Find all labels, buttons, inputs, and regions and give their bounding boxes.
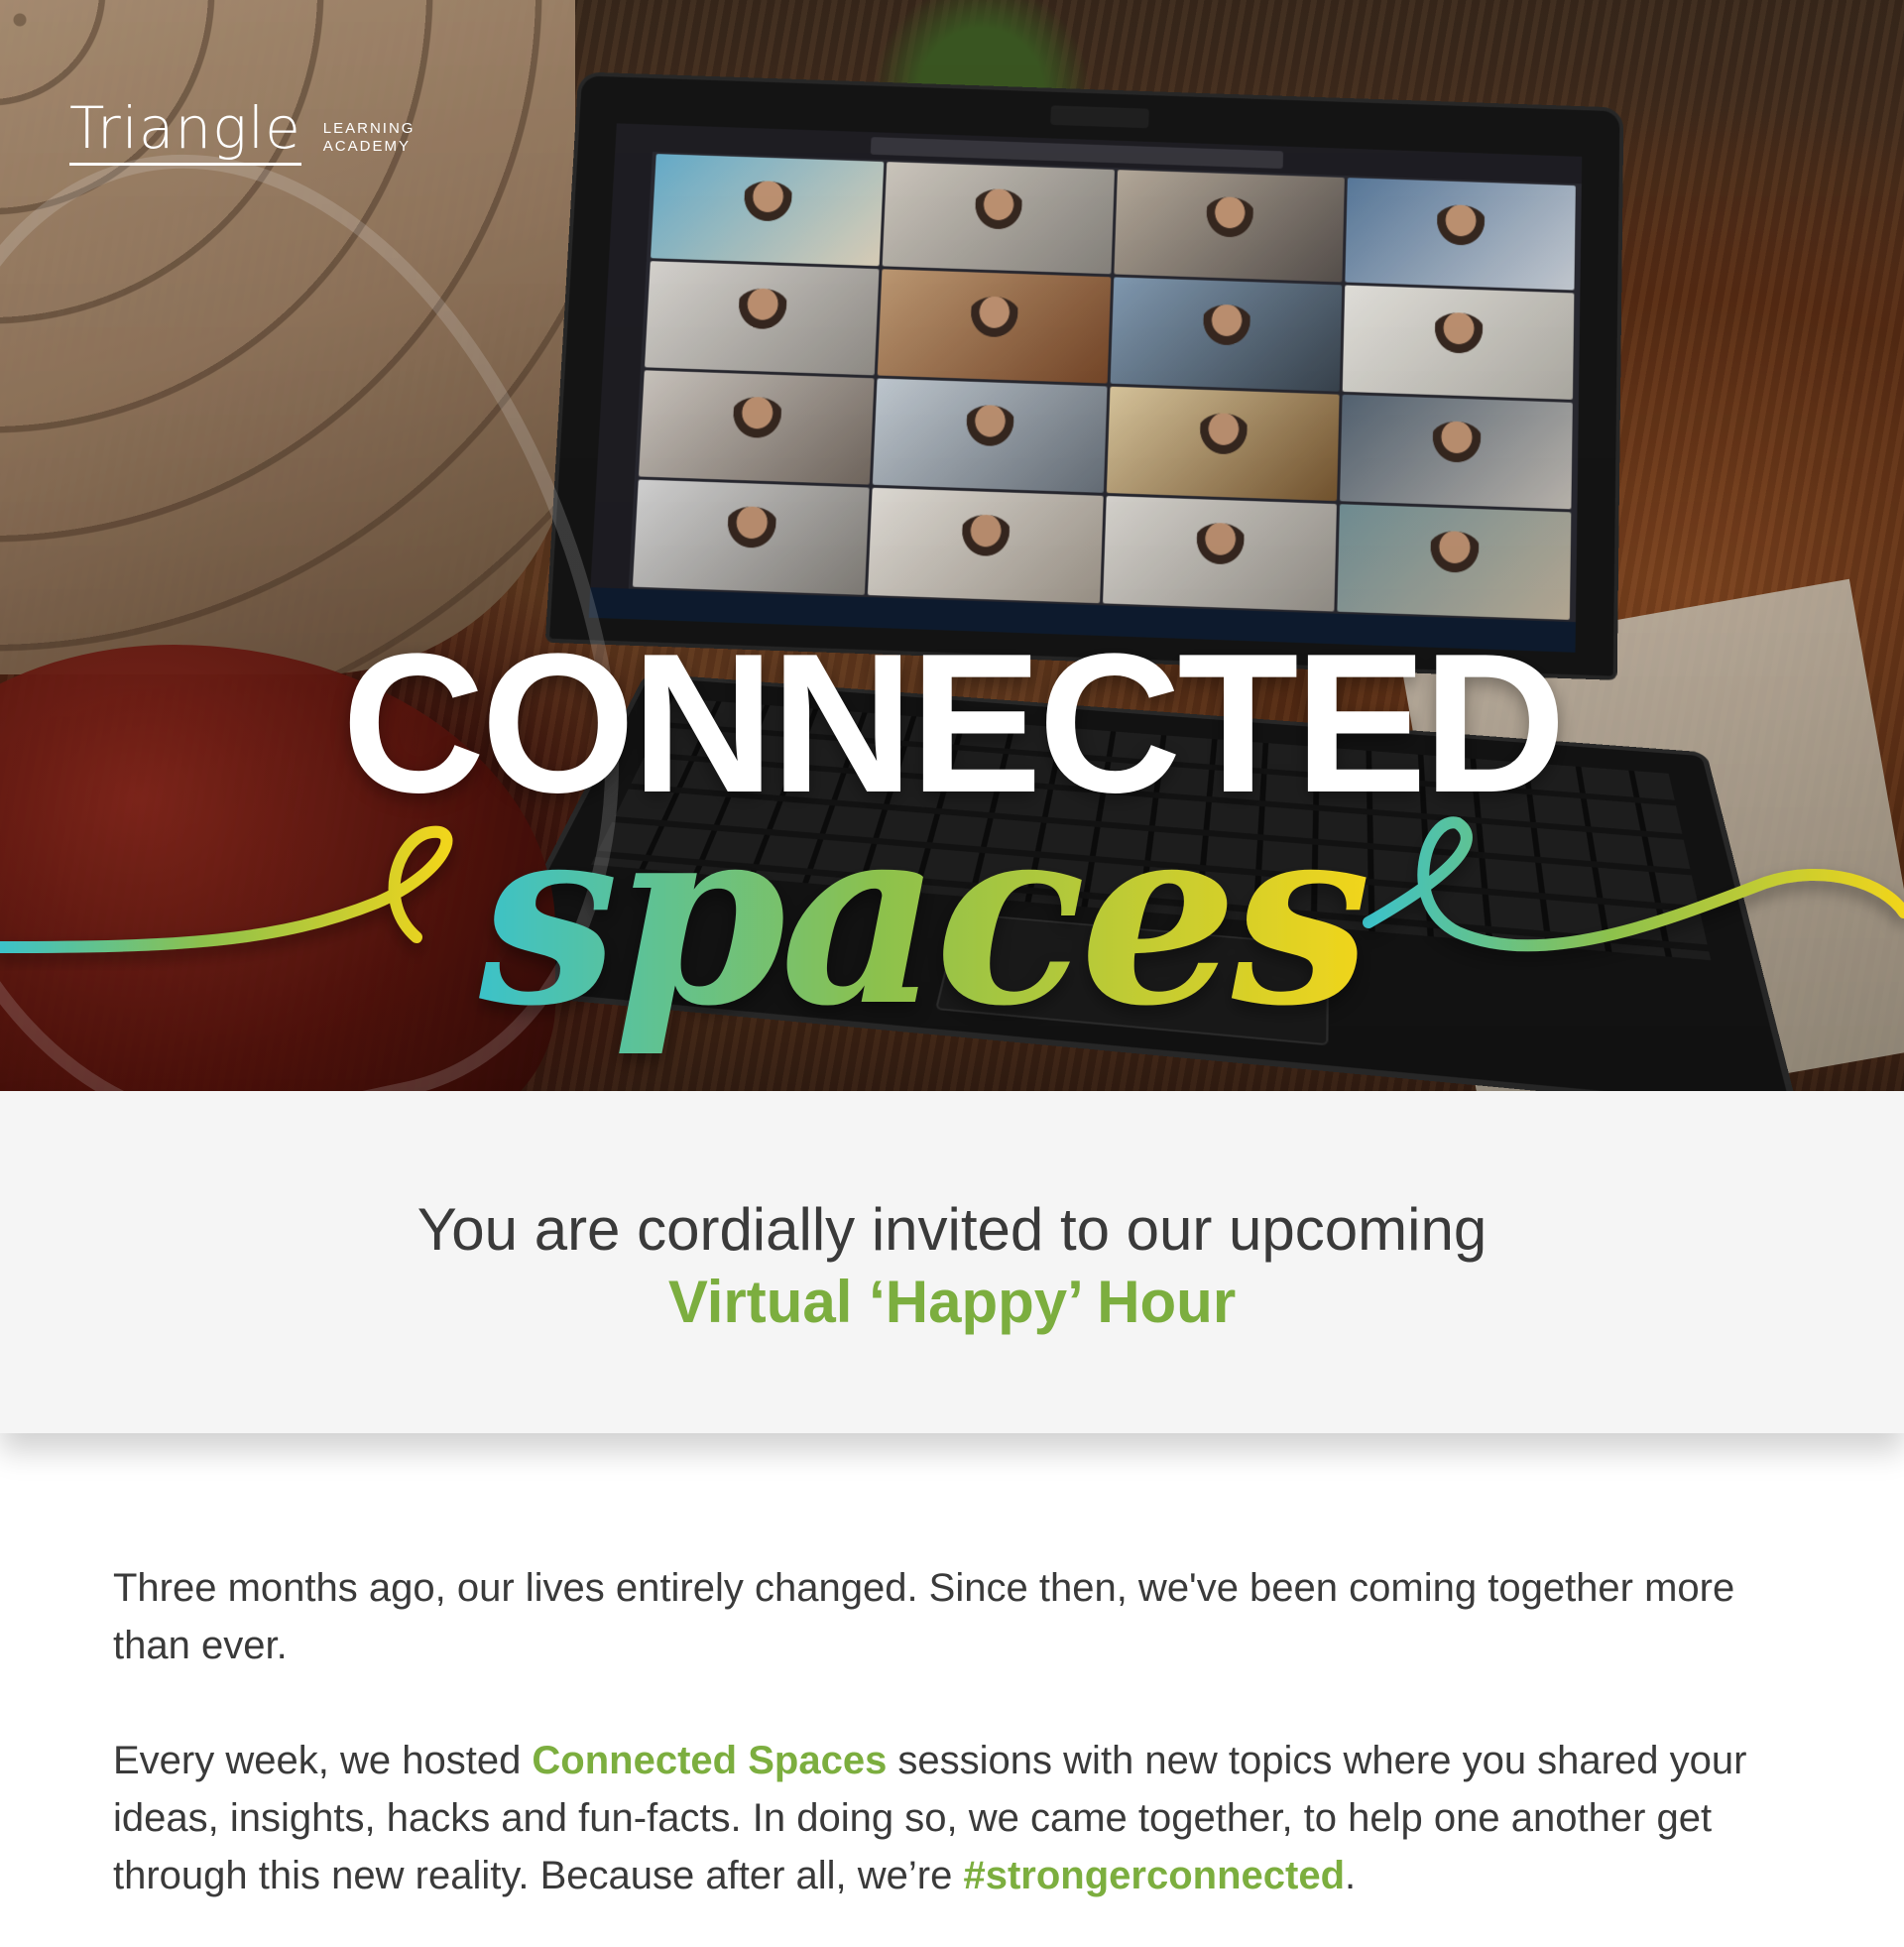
invite-event-name: Virtual ‘Happy’ Hour bbox=[667, 1269, 1237, 1335]
brand-logo-wordmark: Triangle bbox=[69, 99, 301, 166]
hashtag-highlight: #strongerconnected bbox=[963, 1854, 1345, 1897]
body-content: Three months ago, our lives entirely cha… bbox=[113, 1559, 1819, 1947]
hero-title-spaces: spaces bbox=[0, 769, 1904, 1060]
spaces-swoosh-right bbox=[1363, 816, 1904, 952]
body-paragraph-1: Three months ago, our lives entirely cha… bbox=[113, 1566, 1735, 1667]
spaces-swoosh bbox=[0, 825, 453, 953]
invite-line-1: You are cordially invited to our upcomin… bbox=[416, 1196, 1488, 1263]
para2-text-end: . bbox=[1345, 1854, 1357, 1897]
spaces-script-text: spaces bbox=[478, 769, 1367, 1060]
invite-section: You are cordially invited to our upcomin… bbox=[0, 1091, 1904, 1433]
brand-logo: Triangle LEARNING ACADEMY bbox=[69, 99, 415, 166]
brand-logo-subtitle: LEARNING ACADEMY bbox=[323, 120, 416, 166]
brand-logo-sub-line1: LEARNING bbox=[322, 120, 416, 137]
para2-text-a: Every week, we hosted bbox=[113, 1739, 533, 1782]
body-paragraph-2: Every week, we hosted Connected Spaces s… bbox=[113, 1732, 1819, 1904]
brand-logo-sub-line2: ACADEMY bbox=[322, 138, 411, 155]
connected-spaces-highlight: Connected Spaces bbox=[532, 1739, 888, 1782]
